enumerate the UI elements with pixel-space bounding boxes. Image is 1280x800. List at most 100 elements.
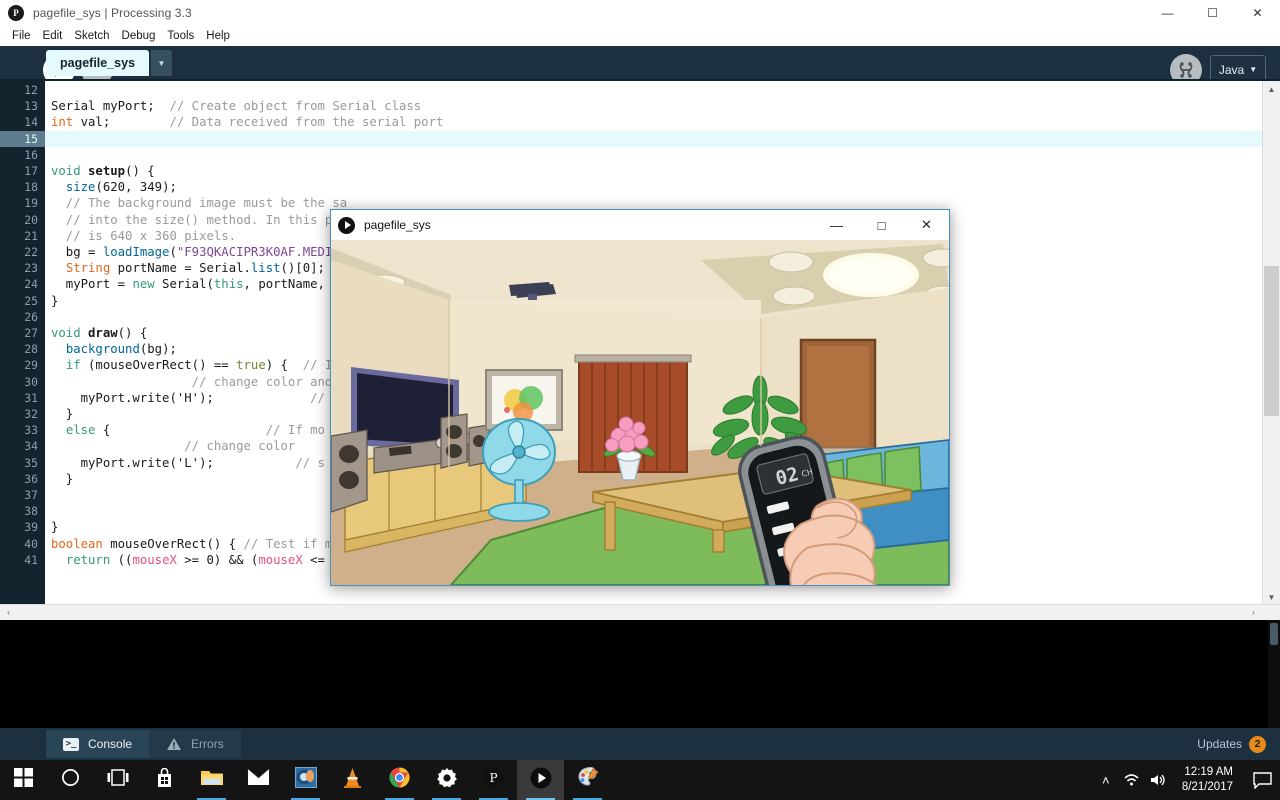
menu-file[interactable]: File bbox=[6, 28, 37, 44]
tab-console[interactable]: >_ Console bbox=[46, 730, 150, 758]
speaker-icon[interactable] bbox=[1145, 760, 1171, 800]
sketch-minimize-button[interactable]: — bbox=[814, 210, 859, 240]
errors-tab-label: Errors bbox=[191, 737, 224, 751]
code-token: // If mo bbox=[265, 423, 325, 438]
taskbar-photo-viewer[interactable] bbox=[282, 760, 329, 800]
code-line[interactable]: size(620, 349); bbox=[45, 179, 1262, 195]
taskbar-settings[interactable] bbox=[423, 760, 470, 800]
code-token: void bbox=[51, 164, 89, 178]
menu-help[interactable]: Help bbox=[200, 28, 236, 44]
taskbar-file-explorer[interactable] bbox=[188, 760, 235, 800]
code-token: // Data received from the serial port bbox=[169, 115, 444, 130]
code-line[interactable] bbox=[45, 147, 1262, 163]
folder-icon bbox=[200, 768, 224, 792]
taskbar-start-button[interactable] bbox=[0, 760, 47, 800]
taskbar-processing-ide[interactable]: P bbox=[470, 760, 517, 800]
line-number: 24 bbox=[24, 277, 38, 292]
taskbar-processing-sketch[interactable] bbox=[517, 760, 564, 800]
updates-label: Updates bbox=[1197, 737, 1242, 751]
code-token: void bbox=[51, 326, 89, 340]
line-number: 30 bbox=[24, 374, 38, 389]
sketch-output-window[interactable]: pagefile_sys — □ ✕ 02 CH bbox=[330, 209, 950, 586]
code-token: // is 640 x 360 pixels. bbox=[51, 228, 237, 243]
code-token: return bbox=[65, 552, 111, 567]
sketch-tab[interactable]: pagefile_sys bbox=[46, 50, 150, 76]
code-line[interactable]: void setup() { bbox=[45, 163, 1262, 179]
console-output-pane[interactable] bbox=[0, 620, 1280, 728]
code-token: ) { bbox=[265, 358, 303, 373]
editor-horizontal-scrollbar[interactable]: ‹ › bbox=[0, 604, 1280, 620]
system-tray: ˄ 12:19 AM 8/21/2017 bbox=[1093, 760, 1280, 800]
line-number: 40 bbox=[24, 536, 38, 551]
taskbar-cortana-search[interactable] bbox=[47, 760, 94, 800]
taskbar-microsoft-store[interactable] bbox=[141, 760, 188, 800]
code-token: if bbox=[65, 358, 81, 373]
line-number: 18 bbox=[24, 180, 38, 195]
palette-icon bbox=[577, 766, 599, 793]
line-number: 23 bbox=[24, 261, 38, 276]
taskbar-mail[interactable] bbox=[235, 760, 282, 800]
code-line[interactable] bbox=[45, 130, 1262, 147]
code-line[interactable] bbox=[45, 82, 1262, 98]
updates-indicator[interactable]: Updates 2 bbox=[1197, 735, 1266, 753]
clock-date: 8/21/2017 bbox=[1181, 781, 1233, 793]
code-token: loadImage bbox=[102, 245, 170, 259]
tab-menu-button[interactable]: ▼ bbox=[151, 50, 172, 76]
code-token: myPort = bbox=[51, 277, 133, 292]
console-icon: >_ bbox=[63, 737, 79, 751]
console-tab-label: Console bbox=[88, 737, 133, 751]
scroll-left-arrow-icon[interactable]: ‹ bbox=[0, 605, 17, 620]
line-number: 12 bbox=[24, 83, 38, 97]
menu-sketch[interactable]: Sketch bbox=[68, 28, 115, 44]
window-controls: — ☐ ✕ bbox=[1145, 0, 1280, 26]
taskbar-clock[interactable]: 12:19 AM 8/21/2017 bbox=[1171, 760, 1244, 800]
line-number: 16 bbox=[24, 147, 38, 162]
traffic-cone-icon bbox=[343, 767, 362, 793]
chrome-icon bbox=[389, 767, 410, 793]
sketch-window-titlebar: pagefile_sys — □ ✕ bbox=[331, 210, 949, 240]
editor-vertical-scrollbar[interactable]: ▲ ▼ bbox=[1262, 81, 1280, 606]
code-token: this bbox=[213, 277, 244, 292]
code-token: (mouseOverRect() == bbox=[80, 358, 237, 373]
sketch-maximize-button[interactable]: □ bbox=[859, 210, 904, 240]
code-token: } bbox=[51, 520, 59, 535]
action-center-icon[interactable] bbox=[1244, 760, 1280, 800]
maximize-button[interactable]: ☐ bbox=[1190, 0, 1235, 26]
windows-logo-icon bbox=[14, 768, 33, 792]
console-scrollbar[interactable] bbox=[1268, 620, 1280, 728]
taskbar-paint[interactable] bbox=[564, 760, 611, 800]
taskbar-google-chrome[interactable] bbox=[376, 760, 423, 800]
line-number: 35 bbox=[24, 455, 38, 470]
taskbar-task-view[interactable] bbox=[94, 760, 141, 800]
code-token: Serial( bbox=[154, 277, 214, 292]
code-token: mouseX bbox=[132, 552, 177, 567]
console-scroll-thumb[interactable] bbox=[1270, 623, 1278, 645]
close-button[interactable]: ✕ bbox=[1235, 0, 1280, 26]
code-token: setup bbox=[88, 164, 126, 178]
tab-errors[interactable]: Errors bbox=[149, 730, 241, 758]
minimize-button[interactable]: — bbox=[1145, 0, 1190, 26]
scroll-right-arrow-icon[interactable]: › bbox=[1245, 605, 1262, 620]
code-token: (( bbox=[110, 552, 133, 567]
code-token: // change color and bbox=[191, 374, 333, 389]
code-line[interactable]: int val; // Data received from the seria… bbox=[45, 114, 1262, 130]
line-number: 29 bbox=[24, 358, 38, 373]
menu-tools[interactable]: Tools bbox=[161, 28, 200, 44]
debugger-icon bbox=[1179, 62, 1193, 78]
code-line[interactable]: Serial myPort; // Create object from Ser… bbox=[45, 98, 1262, 114]
vertical-scroll-thumb[interactable] bbox=[1264, 266, 1279, 416]
line-number: 26 bbox=[24, 309, 38, 324]
living-room-illustration: 02 CH bbox=[331, 240, 949, 585]
code-token: draw bbox=[88, 326, 118, 340]
show-hidden-icons-chevron-icon[interactable]: ˄ bbox=[1093, 760, 1119, 800]
sketch-canvas[interactable]: 02 CH bbox=[331, 240, 949, 585]
sketch-close-button[interactable]: ✕ bbox=[904, 210, 949, 240]
mode-label: Java bbox=[1218, 62, 1245, 77]
wifi-icon[interactable] bbox=[1119, 760, 1145, 800]
menu-debug[interactable]: Debug bbox=[116, 28, 162, 44]
taskbar-vlc-media-player[interactable] bbox=[329, 760, 376, 800]
menu-edit[interactable]: Edit bbox=[37, 28, 69, 44]
scroll-up-arrow-icon[interactable]: ▲ bbox=[1263, 81, 1280, 98]
